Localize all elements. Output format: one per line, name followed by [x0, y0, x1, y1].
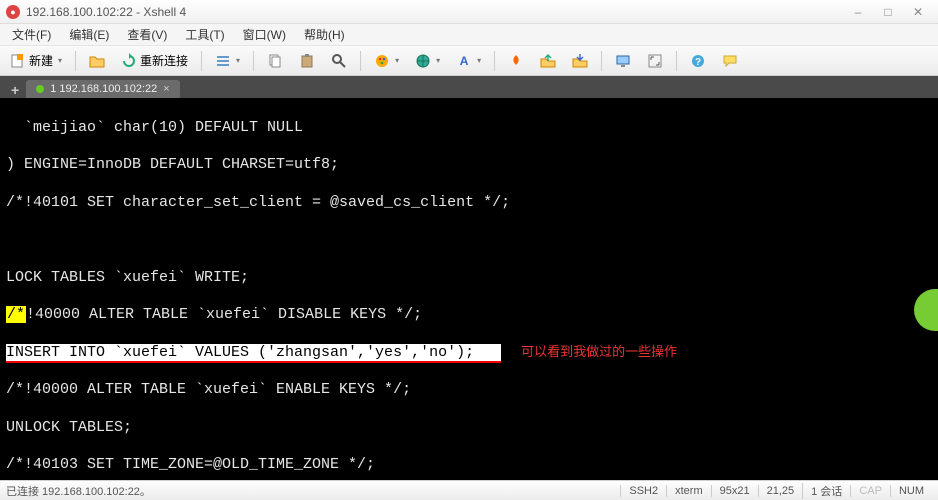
- color-button[interactable]: ▾: [368, 50, 405, 72]
- highlight-yellow: /*: [6, 306, 26, 323]
- paste-button[interactable]: [293, 50, 321, 72]
- tab-label: 1 192.168.100.102:22: [50, 83, 157, 95]
- script-button[interactable]: [502, 50, 530, 72]
- help-button[interactable]: ?: [684, 50, 712, 72]
- side-badge[interactable]: [914, 289, 938, 331]
- terminal-line: LOCK TABLES `xuefei` WRITE;: [6, 269, 932, 288]
- close-tab-icon[interactable]: ×: [163, 83, 169, 95]
- globe-icon: [415, 53, 431, 69]
- window-controls: – □ ✕: [844, 3, 932, 21]
- new-label: 新建: [29, 52, 53, 69]
- flame-icon: [508, 53, 524, 69]
- monitor-icon: [615, 53, 631, 69]
- paste-icon: [299, 53, 315, 69]
- list-icon: [215, 53, 231, 69]
- open-button[interactable]: [83, 50, 111, 72]
- terminal-line: /*!40000 ALTER TABLE `xuefei` ENABLE KEY…: [6, 381, 932, 400]
- status-numlock: NUM: [890, 485, 932, 497]
- terminal-line: `meijiao` char(10) DEFAULT NULL: [6, 119, 932, 138]
- download-button[interactable]: [566, 50, 594, 72]
- close-button[interactable]: ✕: [904, 3, 932, 21]
- menu-help[interactable]: 帮助(H): [296, 24, 353, 45]
- terminal-line: UNLOCK TABLES;: [6, 419, 932, 438]
- reconnect-label: 重新连接: [140, 52, 188, 69]
- titlebar: ● 192.168.100.102:22 - Xshell 4 – □ ✕: [0, 0, 938, 24]
- status-cursor-pos: 21,25: [758, 485, 803, 497]
- upload-button[interactable]: [534, 50, 562, 72]
- status-capslock: CAP: [850, 485, 890, 497]
- maximize-button[interactable]: □: [874, 3, 902, 21]
- screen-button[interactable]: [609, 50, 637, 72]
- menu-view[interactable]: 查看(V): [119, 24, 175, 45]
- expand-icon: [647, 53, 663, 69]
- status-dot-icon: [36, 85, 44, 93]
- minimize-button[interactable]: –: [844, 3, 872, 21]
- status-termtype: xterm: [666, 485, 711, 497]
- new-button[interactable]: 新建 ▾: [4, 50, 68, 72]
- terminal-line: /*!40103 SET TIME_ZONE=@OLD_TIME_ZONE */…: [6, 456, 932, 475]
- annotation-text: 可以看到我做过的一些操作: [521, 344, 677, 359]
- app-icon: ●: [6, 5, 20, 19]
- find-button[interactable]: [325, 50, 353, 72]
- terminal-line: /*!40000 ALTER TABLE `xuefei` DISABLE KE…: [6, 306, 932, 325]
- chevron-down-icon: ▾: [58, 56, 62, 65]
- help-icon: ?: [690, 53, 706, 69]
- session-tab[interactable]: 1 192.168.100.102:22 ×: [26, 80, 179, 98]
- menubar: 文件(F) 编辑(E) 查看(V) 工具(T) 窗口(W) 帮助(H): [0, 24, 938, 46]
- fullscreen-button[interactable]: [641, 50, 669, 72]
- chevron-down-icon: ▾: [395, 56, 399, 65]
- chevron-down-icon: ▾: [236, 56, 240, 65]
- toolbar-separator: [75, 51, 76, 71]
- tabbar: + 1 192.168.100.102:22 ×: [0, 76, 938, 98]
- reconnect-button[interactable]: 重新连接: [115, 50, 194, 72]
- status-size: 95x21: [711, 485, 758, 497]
- toolbar-separator: [676, 51, 677, 71]
- menu-file[interactable]: 文件(F): [4, 24, 59, 45]
- statusbar: 已连接 192.168.100.102:22。 SSH2 xterm 95x21…: [0, 480, 938, 500]
- properties-button[interactable]: ▾: [209, 50, 246, 72]
- toolbar-separator: [201, 51, 202, 71]
- search-icon: [331, 53, 347, 69]
- terminal[interactable]: `meijiao` char(10) DEFAULT NULL ) ENGINE…: [0, 98, 938, 480]
- terminal-line: INSERT INTO `xuefei` VALUES ('zhangsan',…: [6, 344, 932, 363]
- bubble-icon: [722, 53, 738, 69]
- copy-button[interactable]: [261, 50, 289, 72]
- folder-icon: [89, 53, 105, 69]
- status-connection: 已连接 192.168.100.102:22。: [6, 483, 620, 499]
- svg-text:?: ?: [695, 57, 701, 68]
- font-icon: A: [456, 53, 472, 69]
- toolbar-separator: [253, 51, 254, 71]
- status-protocol: SSH2: [620, 485, 666, 497]
- font-button[interactable]: A▾: [450, 50, 487, 72]
- chat-button[interactable]: [716, 50, 744, 72]
- menu-edit[interactable]: 编辑(E): [61, 24, 117, 45]
- toolbar-separator: [601, 51, 602, 71]
- download-folder-icon: [572, 53, 588, 69]
- chevron-down-icon: ▾: [436, 56, 440, 65]
- new-tab-button[interactable]: +: [4, 82, 26, 98]
- toolbar-separator: [494, 51, 495, 71]
- reconnect-icon: [121, 53, 137, 69]
- palette-icon: [374, 53, 390, 69]
- window-title: 192.168.100.102:22 - Xshell 4: [26, 5, 844, 19]
- chevron-down-icon: ▾: [477, 56, 481, 65]
- highlight-insert: INSERT INTO `xuefei` VALUES ('zhangsan',…: [6, 344, 474, 363]
- encoding-button[interactable]: ▾: [409, 50, 446, 72]
- toolbar-separator: [360, 51, 361, 71]
- upload-folder-icon: [540, 53, 556, 69]
- copy-icon: [267, 53, 283, 69]
- toolbar: 新建 ▾ 重新连接 ▾ ▾ ▾ A▾ ?: [0, 46, 938, 76]
- terminal-text: !40000 ALTER TABLE `xuefei` DISABLE KEYS…: [26, 306, 422, 323]
- terminal-line: /*!40101 SET character_set_client = @sav…: [6, 194, 932, 213]
- menu-tools[interactable]: 工具(T): [177, 24, 232, 45]
- status-sessions: 1 会话: [802, 483, 850, 499]
- menu-window[interactable]: 窗口(W): [235, 24, 294, 45]
- terminal-line: ) ENGINE=InnoDB DEFAULT CHARSET=utf8;: [6, 156, 932, 175]
- highlight-pad: [474, 344, 501, 363]
- new-file-icon: [10, 53, 26, 69]
